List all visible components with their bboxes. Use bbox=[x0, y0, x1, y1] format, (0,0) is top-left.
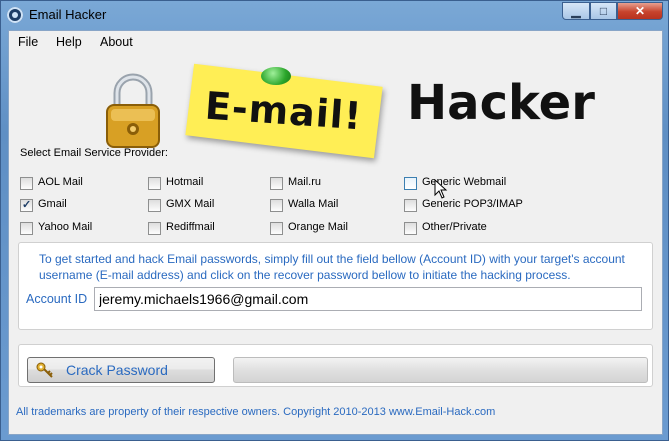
checkbox-box[interactable] bbox=[148, 177, 161, 190]
checkbox-box[interactable] bbox=[270, 222, 283, 235]
account-id-input[interactable] bbox=[94, 287, 642, 311]
checkbox-box[interactable] bbox=[20, 177, 33, 190]
menu-help[interactable]: Help bbox=[56, 35, 82, 49]
padlock-icon bbox=[106, 73, 160, 148]
title-bar[interactable]: Email Hacker ▁ □ ✕ bbox=[1, 1, 668, 29]
maximize-button[interactable]: □ bbox=[590, 2, 617, 20]
minimize-button[interactable]: ▁ bbox=[562, 2, 590, 20]
window-title: Email Hacker bbox=[29, 7, 107, 22]
provider-checkbox-label: Orange Mail bbox=[288, 221, 348, 233]
crack-password-label: Crack Password bbox=[66, 362, 168, 378]
account-panel: To get started and hack Email passwords,… bbox=[18, 242, 653, 330]
progress-bar bbox=[233, 357, 648, 383]
provider-checkbox-label: Generic POP3/IMAP bbox=[422, 198, 523, 210]
app-window: Email Hacker ▁ □ ✕ File Help About E-mai… bbox=[0, 0, 669, 441]
instructions-text: To get started and hack Email passwords,… bbox=[39, 252, 625, 282]
checkbox-box[interactable] bbox=[404, 222, 417, 235]
checkbox-box[interactable] bbox=[20, 222, 33, 235]
provider-checkbox-label: Yahoo Mail bbox=[38, 221, 93, 233]
crack-password-button[interactable]: Crack Password bbox=[27, 357, 215, 383]
provider-checkbox-label: Rediffmail bbox=[166, 221, 215, 233]
checkbox-box[interactable]: ✓ bbox=[20, 199, 33, 212]
checkmark-icon: ✓ bbox=[22, 199, 32, 211]
provider-checkbox-label: Other/Private bbox=[422, 221, 487, 233]
checkbox-box[interactable] bbox=[270, 199, 283, 212]
provider-section-label: Select Email Service Provider: bbox=[20, 147, 168, 159]
provider-checkbox-label: GMX Mail bbox=[166, 198, 215, 210]
app-icon bbox=[7, 7, 23, 23]
menu-about[interactable]: About bbox=[100, 35, 133, 49]
menu-bar: File Help About bbox=[9, 31, 662, 53]
checkbox-box[interactable] bbox=[270, 177, 283, 190]
provider-checkbox[interactable]: Generic Webmail bbox=[404, 176, 564, 192]
close-icon: ✕ bbox=[634, 4, 646, 18]
provider-checkbox[interactable]: Other/Private bbox=[404, 221, 564, 237]
provider-checkbox-label: Gmail bbox=[38, 198, 67, 210]
sticky-note-text: E-mail! bbox=[203, 83, 364, 139]
checkbox-box[interactable] bbox=[404, 177, 417, 190]
checkbox-box[interactable] bbox=[148, 222, 161, 235]
close-button[interactable]: ✕ bbox=[617, 2, 663, 20]
mouse-cursor-icon bbox=[434, 179, 448, 199]
provider-checkbox-label: Hotmail bbox=[166, 176, 204, 188]
client-area: File Help About E-mail! Hacker Select Em… bbox=[8, 30, 663, 435]
menu-file[interactable]: File bbox=[18, 35, 38, 49]
minimize-icon: ▁ bbox=[571, 4, 581, 18]
provider-checkbox-label: AOL Mail bbox=[38, 176, 83, 188]
pushpin-icon bbox=[261, 67, 291, 85]
key-icon bbox=[36, 362, 53, 378]
checkbox-box[interactable] bbox=[148, 199, 161, 212]
banner-heading: Hacker bbox=[407, 75, 595, 131]
checkbox-box[interactable] bbox=[404, 199, 417, 212]
provider-checkbox[interactable]: Generic POP3/IMAP bbox=[404, 198, 564, 214]
account-id-label: Account ID bbox=[26, 292, 88, 306]
maximize-icon: □ bbox=[599, 4, 608, 18]
provider-checkbox-label: Walla Mail bbox=[288, 198, 339, 210]
action-panel: Crack Password bbox=[18, 344, 653, 387]
copyright-footer: All trademarks are property of their res… bbox=[16, 406, 496, 418]
provider-checkbox-label: Mail.ru bbox=[288, 176, 322, 188]
